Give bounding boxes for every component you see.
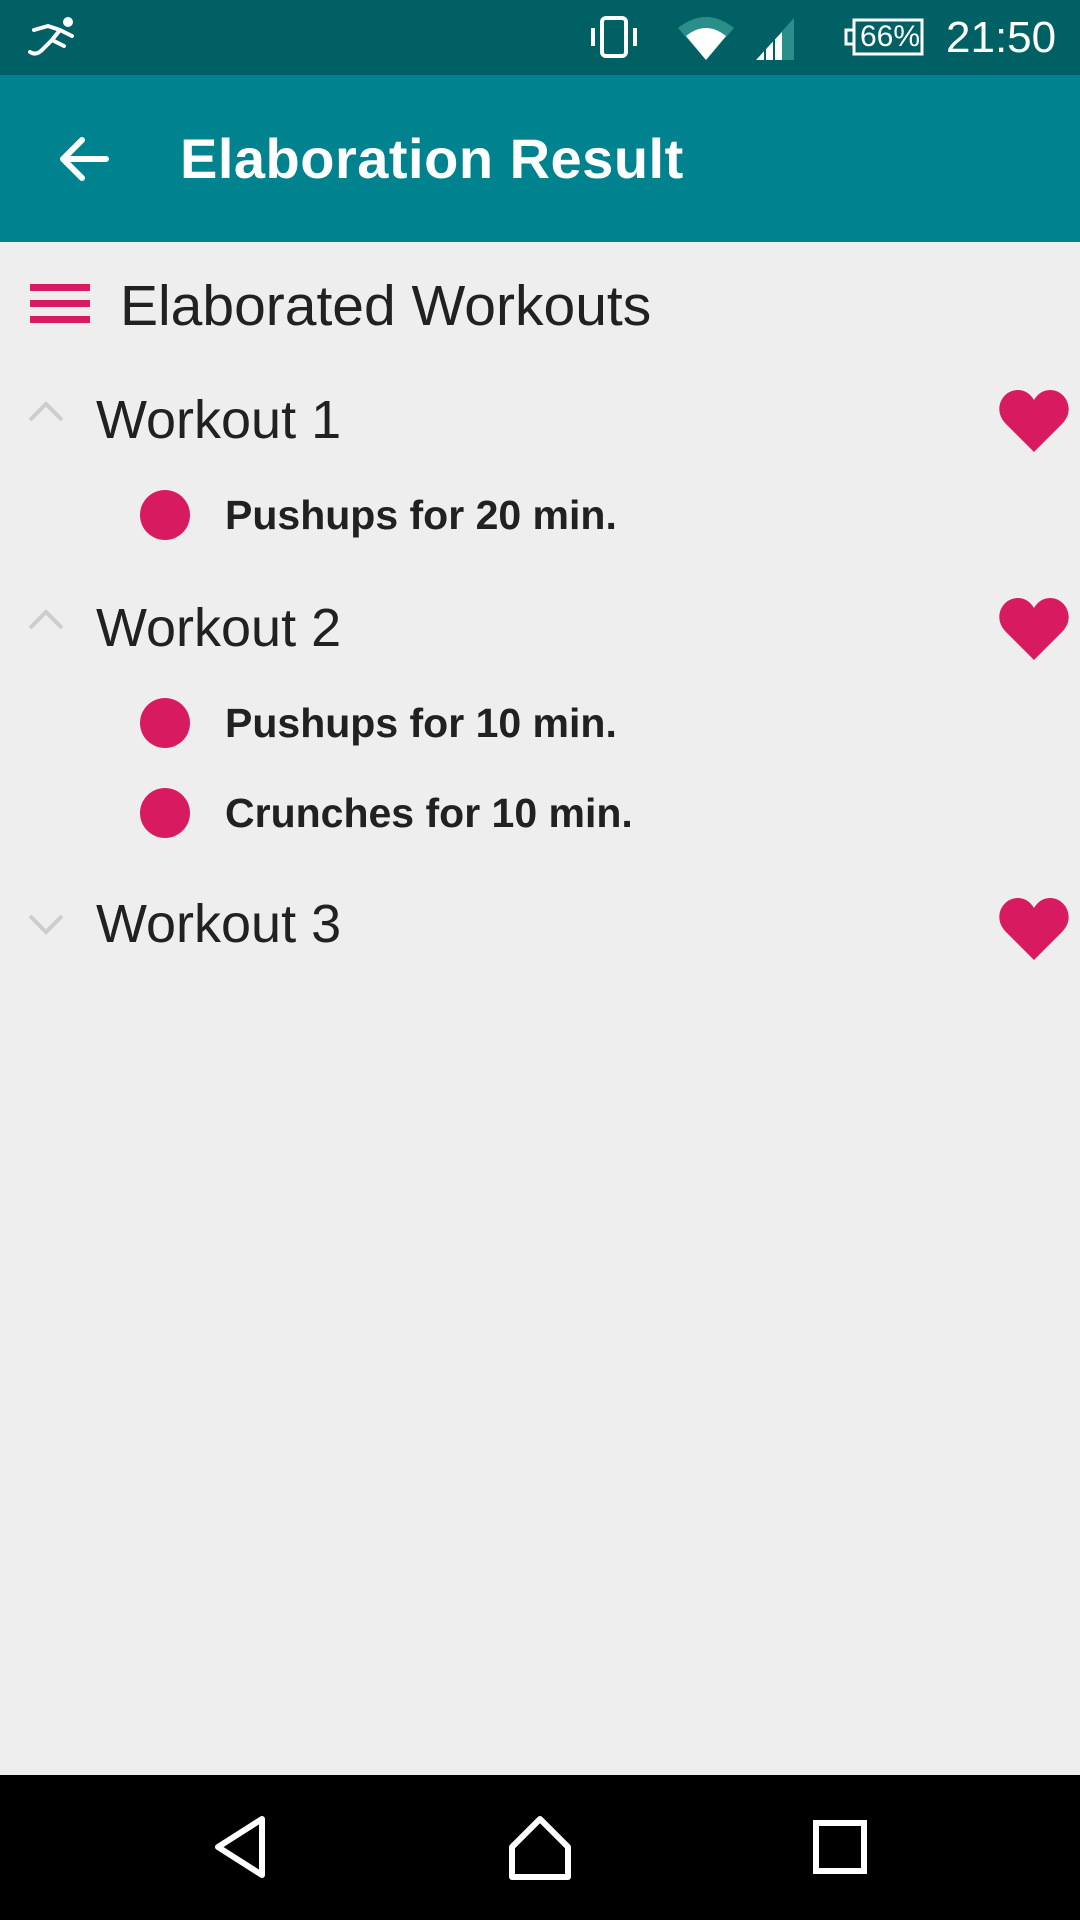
- vibrate-icon: [591, 16, 637, 58]
- status-bar: 66% 21:50: [0, 0, 1080, 75]
- heart-icon[interactable]: [998, 896, 1070, 962]
- bullet-dot: [140, 698, 190, 748]
- nav-bar: [0, 1775, 1080, 1920]
- menu-lines-icon: [30, 284, 90, 323]
- back-button[interactable]: [40, 115, 128, 203]
- list-item: Crunches for 10 min.: [0, 770, 1080, 860]
- app-title: Elaboration Result: [180, 127, 684, 190]
- running-app-icon: [28, 17, 74, 56]
- section-title: Elaborated Workouts: [120, 274, 652, 338]
- chevron-up-icon: [28, 609, 64, 630]
- bullet-dot: [140, 490, 190, 540]
- section-header: Elaborated Workouts: [0, 262, 1080, 346]
- wifi-icon: [678, 17, 734, 60]
- battery-level: 66%: [859, 20, 921, 53]
- app-bar: Elaboration Result: [0, 75, 1080, 242]
- chevron-down-icon: [28, 914, 64, 935]
- recents-square-icon[interactable]: [800, 1807, 880, 1887]
- list-item: Pushups for 20 min.: [0, 470, 1080, 560]
- workout-title: Workout 1: [96, 390, 342, 450]
- exercise-label: Pushups for 20 min.: [225, 492, 617, 538]
- heart-icon[interactable]: [998, 388, 1070, 454]
- home-icon[interactable]: [500, 1807, 580, 1887]
- bullet-dot: [140, 788, 190, 838]
- list-item: Pushups for 10 min.: [0, 678, 1080, 768]
- workout-group-2[interactable]: Workout 2: [0, 574, 1080, 678]
- cell-signal-icon: [756, 18, 794, 60]
- status-time: 21:50: [946, 13, 1057, 62]
- exercise-label: Pushups for 10 min.: [225, 700, 617, 746]
- chevron-up-icon: [28, 401, 64, 422]
- back-triangle-icon[interactable]: [200, 1807, 280, 1887]
- heart-icon[interactable]: [998, 596, 1070, 662]
- workout-title: Workout 2: [96, 598, 342, 658]
- arrow-left-icon: [60, 137, 109, 181]
- workout-title: Workout 3: [96, 894, 342, 954]
- exercise-label: Crunches for 10 min.: [225, 790, 633, 836]
- workout-group-1[interactable]: Workout 1: [0, 366, 1080, 470]
- workout-group-3[interactable]: Workout 3: [0, 874, 1080, 978]
